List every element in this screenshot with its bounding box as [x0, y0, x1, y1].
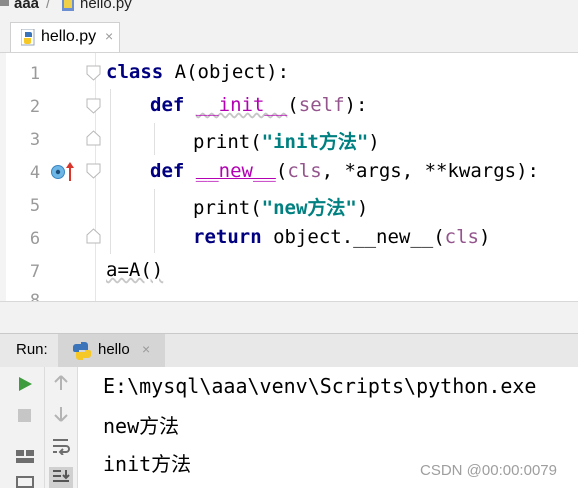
- code-line-7: a=A(): [106, 259, 164, 281]
- line-number: 3: [29, 130, 41, 150]
- fold-icon[interactable]: [86, 98, 102, 114]
- paren: (: [287, 94, 299, 116]
- keyword-def: def: [150, 94, 185, 116]
- print-call: print(: [193, 131, 262, 153]
- paren: ):: [344, 94, 368, 116]
- run-tab-hello[interactable]: hello ×: [58, 334, 165, 367]
- run-tab-label: hello: [98, 341, 130, 358]
- string-literal: "new方法": [261, 197, 357, 219]
- self-param: self: [298, 94, 345, 116]
- method-name: __init__: [195, 94, 288, 116]
- python-file-icon: [21, 29, 35, 46]
- keyword-class: class: [106, 61, 164, 83]
- scroll-to-end-icon[interactable]: [49, 467, 73, 488]
- console-line: init方法: [103, 452, 192, 476]
- return-expression: object.__new__(: [261, 226, 445, 248]
- line-number: 6: [29, 229, 41, 249]
- folder-icon: [0, 0, 9, 6]
- breadcrumb: aaa / hello.py: [0, 0, 578, 14]
- close-icon[interactable]: ×: [105, 28, 113, 44]
- keyword-def: def: [150, 160, 185, 182]
- line-number: 1: [29, 64, 41, 84]
- breadcrumb-file[interactable]: hello.py: [80, 0, 132, 12]
- parameters: , *args, **kwargs):: [321, 160, 539, 182]
- soft-wrap-icon[interactable]: [51, 437, 71, 455]
- indent-guide: [154, 123, 155, 155]
- string-literal: "init方法": [261, 131, 369, 153]
- keyword-return: return: [193, 226, 262, 248]
- breadcrumb-separator: /: [46, 0, 51, 12]
- editor-tab-bar: hello.py ×: [0, 14, 578, 53]
- code-line-5: print("new方法"): [193, 193, 368, 220]
- arrow-down-icon[interactable]: [52, 405, 70, 423]
- method-name: __new__: [195, 160, 276, 182]
- code-line-3: print("init方法"): [193, 127, 380, 154]
- watermark: CSDN @00:00:0079: [420, 462, 557, 479]
- editor-tab-hello-py[interactable]: hello.py ×: [10, 22, 120, 52]
- indent-guide: [154, 189, 155, 253]
- code-line-4: def __new__(cls, *args, **kwargs):: [150, 160, 539, 182]
- run-icon[interactable]: [17, 376, 33, 392]
- line-number: 8: [29, 291, 41, 301]
- line-number: 7: [29, 262, 41, 282]
- python-file-icon: [62, 0, 74, 11]
- code-line-6: return object.__new__(cls): [193, 226, 490, 248]
- paren: ): [368, 131, 380, 153]
- print-call: print(: [193, 197, 262, 219]
- fold-end-icon[interactable]: [86, 228, 102, 244]
- stop-icon[interactable]: [17, 408, 33, 424]
- fold-end-icon[interactable]: [86, 130, 102, 146]
- arrow-up-icon[interactable]: [52, 374, 70, 392]
- line-number: 2: [29, 97, 41, 117]
- indent-guide: [110, 89, 111, 254]
- cls-param: cls: [444, 226, 479, 248]
- code-line-1: class A(object):: [106, 61, 289, 83]
- pin-icon[interactable]: [15, 475, 35, 489]
- line-number: 4: [29, 163, 41, 183]
- run-toolbar-secondary: [45, 367, 78, 488]
- python-icon: [73, 342, 91, 360]
- editor-bottom-gap: [0, 301, 578, 334]
- run-tool-header: Run: hello ×: [0, 333, 578, 368]
- code-editor[interactable]: 1 2 3 4 5 6 7 8 class A(object): def __i…: [0, 53, 578, 301]
- fold-icon[interactable]: [86, 163, 102, 179]
- layout-icon[interactable]: [15, 449, 35, 465]
- run-label: Run:: [16, 341, 48, 358]
- paren: ): [479, 226, 491, 248]
- console-line: new方法: [103, 414, 180, 438]
- code-line-2: def __init__(self):: [150, 94, 367, 116]
- line-number: 5: [29, 196, 41, 216]
- override-method-icon[interactable]: [50, 160, 80, 184]
- fold-icon[interactable]: [86, 65, 102, 81]
- line-number-gutter: 1 2 3 4 5 6 7 8: [6, 53, 101, 301]
- class-declaration: A(object):: [163, 61, 290, 83]
- run-toolbar-primary: [0, 367, 45, 488]
- breadcrumb-project[interactable]: aaa: [14, 0, 39, 12]
- paren: ): [356, 197, 369, 219]
- cls-param: cls: [287, 160, 322, 182]
- paren: (: [275, 160, 288, 182]
- editor-tab-label: hello.py: [41, 28, 97, 45]
- console-line: E:\mysql\aaa\venv\Scripts\python.exe: [103, 374, 537, 398]
- close-icon[interactable]: ×: [142, 341, 150, 357]
